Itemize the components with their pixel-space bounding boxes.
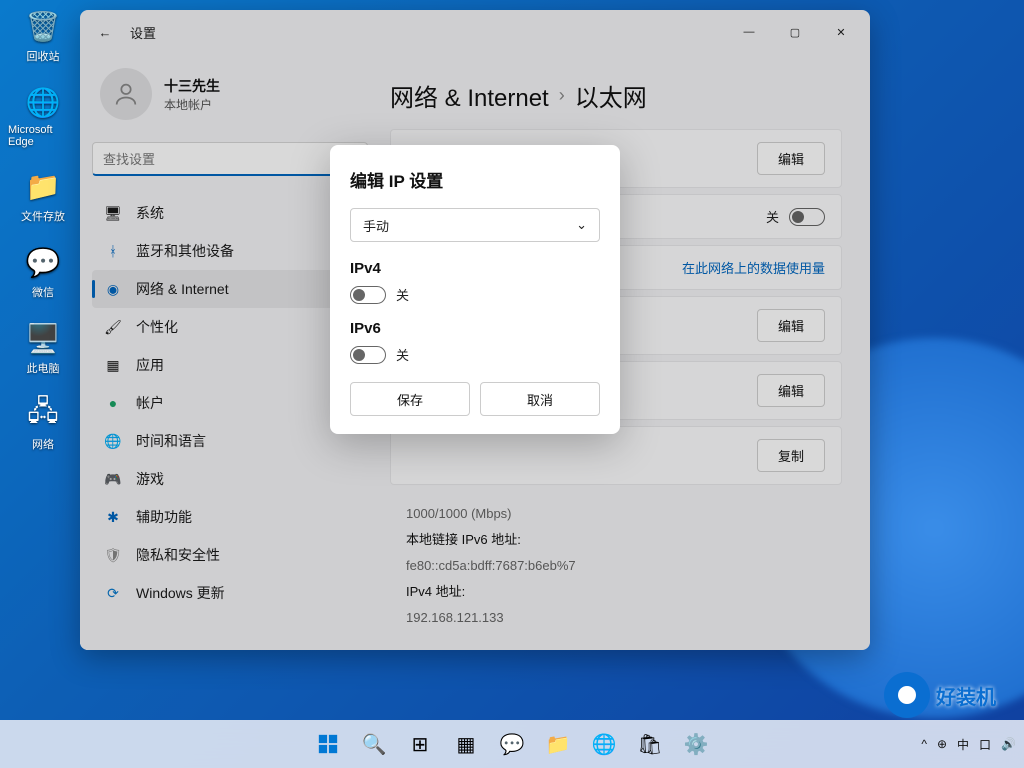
- desktop-icon-recyclebin[interactable]: 🗑️回收站: [8, 6, 78, 64]
- desktop-icon-network[interactable]: 🖧网络: [8, 394, 78, 452]
- desktop-icon-wechat[interactable]: 💬微信: [8, 242, 78, 300]
- desktop-icon-edge[interactable]: 🌐Microsoft Edge: [8, 82, 78, 148]
- network-icon: 🖧: [23, 394, 63, 434]
- wechat-icon: 💬: [23, 242, 63, 282]
- ipv4-toggle[interactable]: [350, 286, 386, 304]
- settings-window: ← 设置 — ▢ ✕ 十三先生 本地帐户 查找设置 🖥系统 ᚼ蓝牙和其他设备 ◉…: [80, 10, 870, 650]
- taskbar: 🔍 ⊞ ▦ 💬 📁 🌐 🛍 ⚙️ ^ ⊕ 中 口 🔊: [0, 720, 1024, 768]
- edge-icon: 🌐: [23, 82, 63, 122]
- settings-taskbar[interactable]: ⚙️: [676, 724, 716, 764]
- ipv6-label: IPv6: [350, 320, 600, 337]
- watermark: 好装机: [884, 672, 996, 718]
- start-button[interactable]: [308, 724, 348, 764]
- widgets-button[interactable]: ▦: [446, 724, 486, 764]
- system-tray[interactable]: ^ ⊕ 中 口 🔊: [921, 736, 1016, 753]
- modal-overlay: 编辑 IP 设置 手动 ⌄ IPv4 关 IPv6 关 保存 取消: [80, 10, 870, 650]
- ipv6-toggle[interactable]: [350, 346, 386, 364]
- desktop-icon-folder[interactable]: 📁文件存放: [8, 166, 78, 224]
- chevron-down-icon: ⌄: [576, 217, 587, 233]
- pc-icon: 🖥️: [23, 318, 63, 358]
- modal-title: 编辑 IP 设置: [350, 167, 600, 192]
- desktop-icon-thispc[interactable]: 🖥️此电脑: [8, 318, 78, 376]
- mode-select[interactable]: 手动 ⌄: [350, 208, 600, 242]
- tray-chevron-up-icon[interactable]: ^: [921, 737, 927, 751]
- recyclebin-icon: 🗑️: [23, 6, 63, 46]
- taskview-button[interactable]: ⊞: [400, 724, 440, 764]
- store-taskbar[interactable]: 🛍: [630, 724, 670, 764]
- explorer-taskbar[interactable]: 📁: [538, 724, 578, 764]
- desktop-icons: 🗑️回收站 🌐Microsoft Edge 📁文件存放 💬微信 🖥️此电脑 🖧网…: [8, 6, 78, 452]
- cancel-button[interactable]: 取消: [480, 382, 600, 416]
- chat-taskbar[interactable]: 💬: [492, 724, 532, 764]
- edge-taskbar[interactable]: 🌐: [584, 724, 624, 764]
- watermark-logo-icon: [884, 672, 930, 718]
- tray-network-icon[interactable]: 🔊: [1001, 737, 1016, 751]
- search-taskbar[interactable]: 🔍: [354, 724, 394, 764]
- folder-icon: 📁: [23, 166, 63, 206]
- save-button[interactable]: 保存: [350, 382, 470, 416]
- ipv4-label: IPv4: [350, 260, 600, 277]
- ip-settings-modal: 编辑 IP 设置 手动 ⌄ IPv4 关 IPv6 关 保存 取消: [330, 145, 620, 434]
